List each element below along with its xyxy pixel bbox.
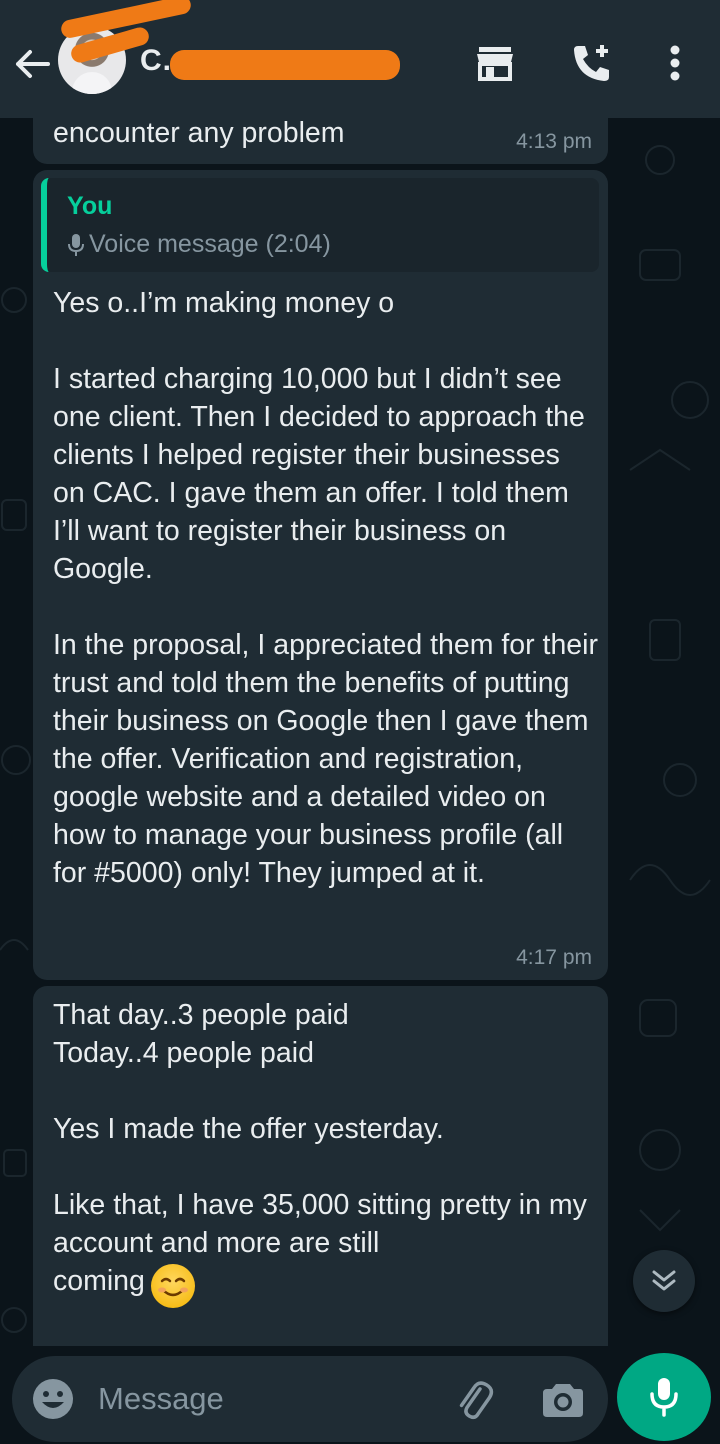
back-arrow-icon [16,50,50,78]
more-vert-icon [670,45,680,81]
add-call-icon [574,45,609,81]
store-button[interactable] [472,40,518,86]
message-bubble[interactable]: You Voice message (2:04) Yes o..I’m maki… [33,170,608,980]
quote-author: You [67,192,113,220]
redaction-scribble [170,50,400,80]
voice-record-button[interactable] [617,1353,711,1441]
camera-icon [543,1384,583,1417]
message-bubble[interactable]: That day..3 people paid Today..4 people … [33,986,608,1346]
quote-body-text: Voice message (2:04) [89,230,331,258]
paperclip-icon [459,1381,494,1420]
quoted-message[interactable]: You Voice message (2:04) [41,178,599,272]
message-time: 4:13 pm [516,130,592,153]
scroll-to-bottom-button[interactable] [633,1250,695,1312]
message-time: 4:17 pm [516,946,592,969]
message-input[interactable]: Message [98,1381,224,1417]
message-composer: Message [12,1356,608,1442]
emoji-icon [33,1379,73,1419]
mic-icon [68,233,84,256]
add-call-button[interactable] [568,40,614,86]
chat-header: C... ...s... [0,0,720,118]
smiling-face-emoji [150,1263,195,1308]
double-chevron-down-icon [652,1270,676,1291]
emoji-button[interactable] [32,1378,74,1425]
camera-button[interactable] [542,1380,584,1423]
message-text: Yes o..I’m making money o I started char… [53,287,598,889]
attach-button[interactable] [452,1378,498,1429]
quote-body: Voice message (2:04) [67,230,331,259]
more-options-button[interactable] [652,40,698,86]
store-icon [477,47,513,81]
back-button[interactable] [12,44,52,84]
chat-screen: C... ...s... encounter any pro [0,0,720,1444]
message-text: encounter any problem [53,117,345,149]
mic-icon [650,1378,678,1417]
message-text-wrap: That day..3 people paid Today..4 people … [53,996,598,1308]
message-text: That day..3 people paid Today..4 people … [53,999,587,1297]
